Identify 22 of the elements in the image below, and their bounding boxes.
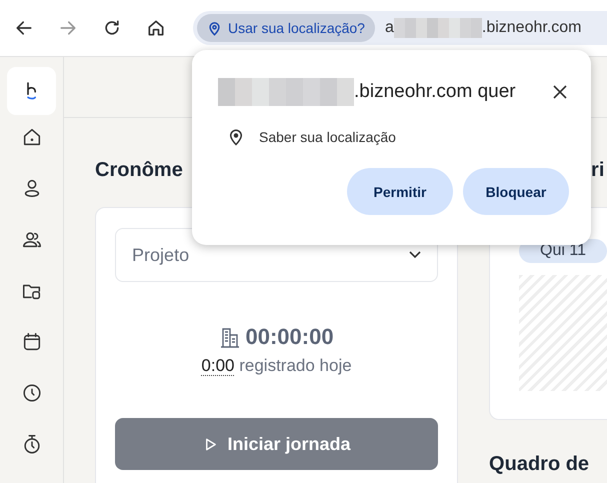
url-text: .bizneohr.com [482, 19, 582, 37]
section-heading: ri [591, 159, 606, 183]
url-text: a [384, 19, 394, 37]
home-icon [146, 18, 166, 38]
timer-value: 00:00:00 [246, 324, 334, 350]
location-pin-icon [227, 128, 245, 146]
section-heading: Quadro de [489, 453, 590, 477]
logged-label: registrado hoje [239, 356, 352, 375]
logo-tile[interactable] [7, 67, 56, 115]
logged-time: 0:00 [201, 356, 234, 376]
location-chip[interactable]: Usar sua localização? [197, 14, 375, 42]
popup-title: .bizneohr.com quer [354, 81, 516, 103]
address-bar[interactable]: Usar sua localização? a .bizneohr.com [193, 11, 607, 45]
permission-button[interactable]: Bloquear [463, 168, 569, 215]
start-button[interactable]: Iniciar jornada [115, 418, 438, 470]
permission-text: Saber sua localização [259, 129, 396, 145]
location-pin-icon [207, 20, 222, 36]
close-button[interactable] [551, 83, 569, 101]
section-heading: Cronôme [95, 159, 184, 183]
building-icon [220, 326, 240, 348]
permission-button[interactable]: Permitir [347, 168, 453, 215]
chevron-down-icon [409, 251, 422, 259]
